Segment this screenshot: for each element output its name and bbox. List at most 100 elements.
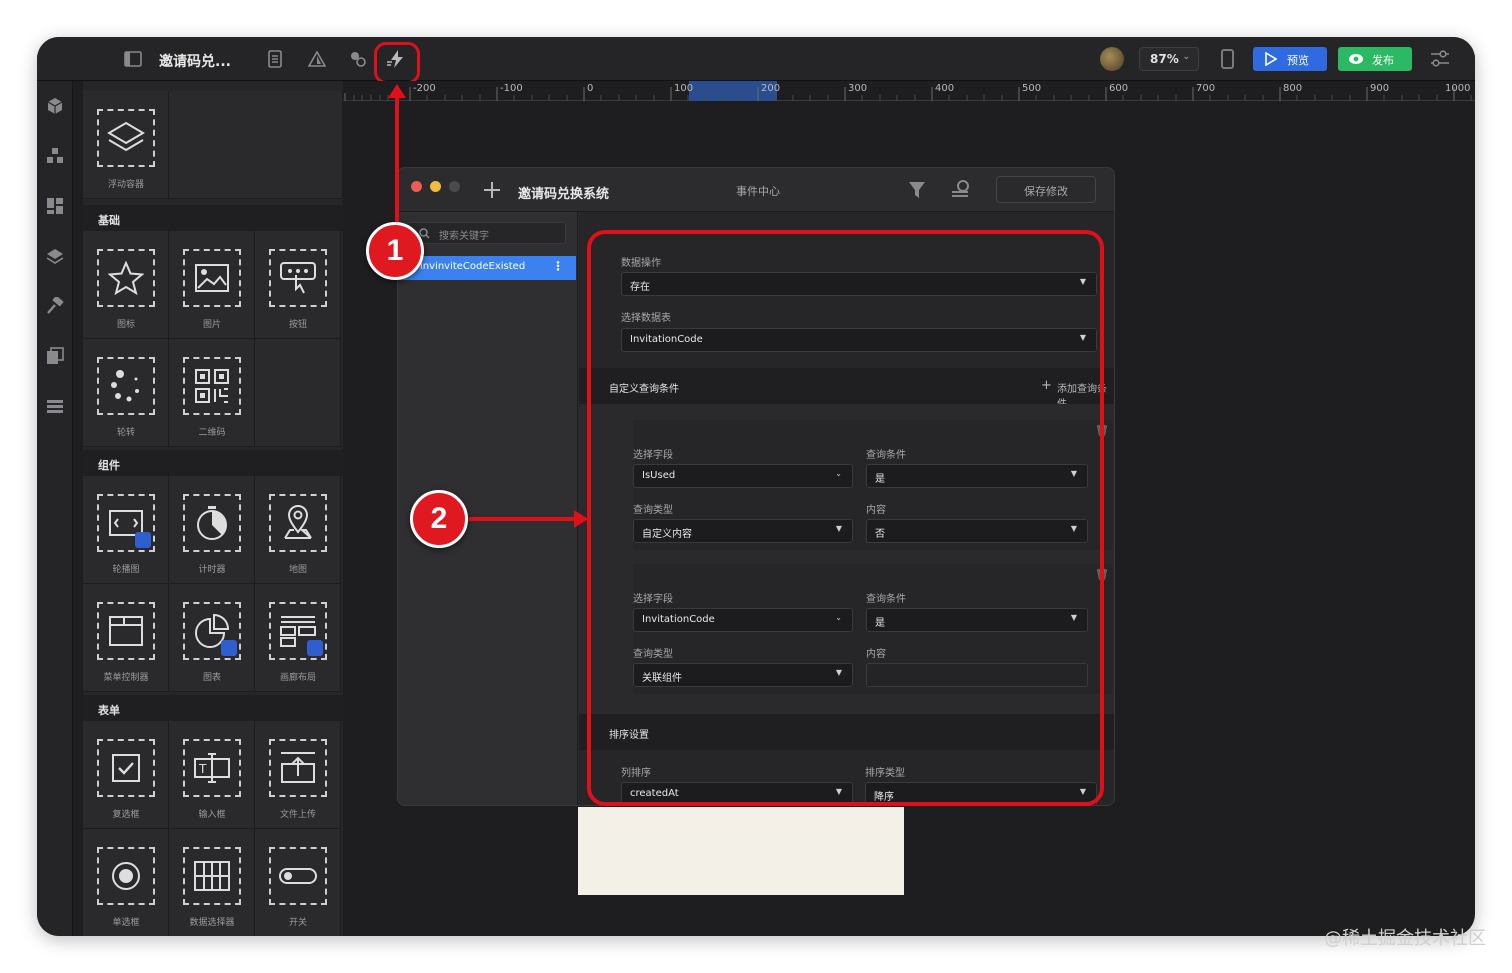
arrow-right-icon (574, 510, 588, 528)
component-toggle[interactable]: 开关 (255, 829, 341, 936)
close-window-button[interactable] (411, 181, 422, 192)
maximize-window-button[interactable] (449, 181, 460, 192)
ruler-label: 100 (674, 83, 694, 94)
component-label: 二维码 (198, 428, 226, 438)
component-menu-controller[interactable]: 菜单控制器 (83, 584, 169, 692)
ruler-label: 300 (848, 83, 868, 94)
lightning-highlight-box (374, 42, 420, 84)
more-vertical-icon[interactable]: ⋮ (552, 259, 564, 273)
menu-icon (97, 602, 155, 660)
component-chart[interactable]: 图表 (169, 584, 255, 692)
ruler-label: 1000 (1445, 83, 1471, 94)
component-floating-container[interactable]: 浮动容器 (83, 91, 169, 199)
step-marker-2: 2 (410, 490, 468, 548)
component-button[interactable]: 按钮 (255, 231, 341, 339)
shapes-icon[interactable] (307, 49, 327, 69)
play-icon (1265, 52, 1277, 66)
preview-button[interactable]: 预览 (1253, 47, 1327, 71)
preview-label: 预览 (1287, 54, 1309, 67)
mobile-device-icon[interactable] (1221, 49, 1234, 69)
component-text-input[interactable]: T 输入框 (169, 721, 255, 829)
hammer-icon[interactable] (46, 295, 64, 315)
canvas-page-preview[interactable] (578, 807, 904, 895)
toggle-icon (269, 847, 327, 905)
ruler-label: -100 (500, 83, 523, 94)
text-input-icon: T (183, 739, 241, 797)
section-form: 表单 (83, 695, 343, 721)
component-radio[interactable]: 单选框 (83, 829, 169, 936)
publish-button[interactable]: 发布 (1338, 47, 1412, 71)
list-icon[interactable] (46, 397, 64, 415)
component-spinner[interactable]: 轮转 (83, 339, 169, 447)
plus-icon[interactable] (483, 181, 501, 199)
document-icon[interactable] (265, 49, 285, 69)
svg-text:T: T (198, 762, 207, 776)
component-checkbox[interactable]: 复选框 (83, 721, 169, 829)
component-label: 输入框 (198, 810, 226, 820)
ruler-label: 400 (935, 83, 955, 94)
qrcode-icon (183, 357, 241, 415)
component-label: 地图 (288, 565, 307, 575)
component-map[interactable]: 地图 (255, 476, 341, 584)
component-gallery-layout[interactable]: 画廊布局 (255, 584, 341, 692)
left-rail (37, 81, 73, 936)
project-title[interactable]: 邀请码兑... (159, 51, 231, 71)
event-list-item-selected[interactable]: invinviteCodeExisted ⋮ (398, 256, 576, 280)
component-carousel[interactable]: 轮播图 (83, 476, 169, 584)
carousel-icon (97, 494, 155, 552)
component-label: 按钮 (288, 320, 307, 330)
gallery-icon (269, 602, 327, 660)
layers-icon (97, 109, 155, 167)
database-badge-icon (221, 640, 237, 656)
component-label: 文件上传 (279, 810, 316, 820)
layers-icon[interactable] (46, 247, 64, 265)
step-marker-1: 1 (366, 222, 424, 280)
user-avatar[interactable] (1100, 47, 1124, 71)
star-icon (97, 249, 155, 307)
filter-icon[interactable] (908, 180, 926, 200)
database-badge-icon (135, 532, 151, 548)
search-input[interactable]: 搜索关键字 (408, 222, 566, 244)
spinner-icon (97, 357, 155, 415)
map-pin-icon (269, 494, 327, 552)
component-label: 开关 (288, 918, 307, 928)
cube-icon[interactable] (46, 97, 64, 115)
component-icon[interactable]: 图标 (83, 231, 169, 339)
ruler-label: 900 (1370, 83, 1390, 94)
component-qrcode[interactable]: 二维码 (169, 339, 255, 447)
component-panel: 浮动容器 基础 图标 图片 按钮 轮转 二维码 组件 轮播图 计时器 地图 菜单… (83, 81, 343, 936)
top-toolbar: 邀请码兑... 87% ⌄ 预览 发布 (37, 37, 1475, 84)
component-data-picker[interactable]: 数据选择器 (169, 829, 255, 936)
zoom-select[interactable]: 87% ⌄ (1139, 47, 1199, 71)
arrow-up-icon (388, 84, 406, 98)
sidebar-toggle-icon[interactable] (123, 49, 143, 69)
history-icon[interactable] (950, 179, 970, 199)
section-components: 组件 (83, 450, 343, 476)
minimize-window-button[interactable] (430, 181, 441, 192)
checkbox-icon (97, 739, 155, 797)
pages-icon[interactable] (46, 347, 64, 365)
component-label: 轮播图 (112, 565, 140, 575)
sliders-icon[interactable] (1430, 50, 1450, 68)
save-changes-button[interactable]: 保存修改 (996, 176, 1096, 203)
search-placeholder: 搜索关键字 (439, 231, 489, 242)
eye-icon (1349, 54, 1363, 64)
section-basic: 基础 (83, 205, 343, 231)
components-icon[interactable] (46, 147, 64, 165)
component-timer[interactable]: 计时器 (169, 476, 255, 584)
component-label: 单选框 (112, 918, 140, 928)
component-image[interactable]: 图片 (169, 231, 255, 339)
empty-cell (255, 339, 341, 447)
upload-icon (269, 739, 327, 797)
chevron-down-icon: ⌄ (1182, 52, 1190, 62)
widgets-icon[interactable] (46, 197, 64, 215)
ruler-label: -200 (413, 83, 436, 94)
component-label: 图表 (202, 673, 221, 683)
component-file-upload[interactable]: 文件上传 (255, 721, 341, 829)
ruler-label: 700 (1196, 83, 1216, 94)
dialog-subtitle: 事件中心 (736, 185, 780, 198)
config-highlight-box (587, 230, 1104, 806)
component-label: 浮动容器 (107, 180, 144, 190)
data-source-icon[interactable] (348, 49, 368, 69)
radio-icon (97, 847, 155, 905)
